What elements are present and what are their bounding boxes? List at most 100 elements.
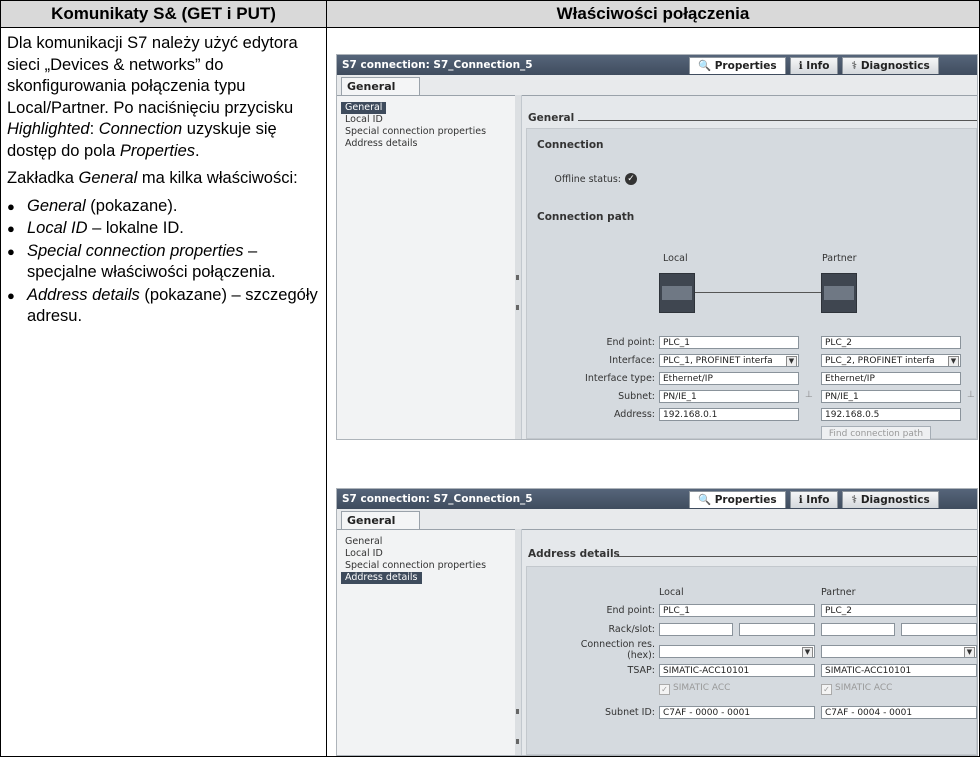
interface-label: Interface: — [609, 355, 655, 366]
local-column-title: Local — [663, 253, 688, 264]
inspector-tabs: 🔍 Properties ℹ Info ⚕ Diagnostics — [689, 491, 939, 508]
local-end-point-field[interactable]: PLC_1 — [659, 336, 799, 349]
tab-properties[interactable]: 🔍 Properties — [689, 491, 786, 508]
partner-subnet-id-field[interactable]: C7AF - 0004 - 0001 — [821, 706, 977, 719]
splitter-grip — [516, 275, 519, 280]
partner-rack-field[interactable] — [821, 623, 895, 636]
window-title: S7 connection: S7_Connection_5 — [342, 59, 533, 71]
find-connection-path-button[interactable]: Find connection path — [821, 426, 931, 439]
partner-end-point-field[interactable]: PLC_2 — [821, 604, 977, 617]
local-interface-type-field[interactable]: Ethernet/IP — [659, 372, 799, 385]
local-connection-resource-select[interactable]: ▼ — [659, 645, 815, 658]
splitter-handle[interactable] — [515, 95, 522, 439]
local-interface-select[interactable]: PLC_1, PROFINET interfa ▼ — [659, 354, 799, 367]
general-tab-paragraph: Zakładka General ma kilka właściwości: — [7, 169, 298, 187]
partner-interface-type-field[interactable]: Ethernet/IP — [821, 372, 961, 385]
connection-path-heading: Connection path — [537, 211, 635, 223]
nav-item-general[interactable]: General — [341, 102, 387, 114]
list-item: Address details (pokazane) – szczegóły a… — [7, 285, 321, 328]
local-subnet-id-field[interactable]: C7AF - 0000 - 0001 — [659, 706, 815, 719]
general-tab[interactable]: General — [341, 77, 420, 96]
partner-column-title: Partner — [822, 253, 857, 264]
partner-tsap-field[interactable]: SIMATIC-ACC10101 — [821, 664, 977, 677]
end-point-label: End point: — [606, 605, 655, 616]
connection-resource-label: Connection res. (hex): — [580, 639, 655, 661]
partner-plc-icon — [821, 273, 857, 313]
local-end-point-field[interactable]: PLC_1 — [659, 604, 815, 617]
section-title: Address details — [528, 548, 620, 560]
rack-slot-label: Rack/slot: — [608, 624, 655, 635]
tab-diagnostics[interactable]: ⚕ Diagnostics — [842, 491, 939, 508]
section-title: General — [528, 112, 575, 124]
list-item: Local ID – lokalne ID. — [7, 218, 321, 240]
subnet-label: Subnet: — [618, 391, 655, 402]
navigation-tree: General Local ID Special connection prop… — [337, 529, 516, 755]
nav-item-special-connection-properties[interactable]: Special connection properties — [341, 126, 490, 138]
general-tab[interactable]: General — [341, 511, 420, 530]
partner-end-point-field[interactable]: PLC_2 — [821, 336, 961, 349]
partner-interface-select[interactable]: PLC_2, PROFINET interfa ▼ — [821, 354, 961, 367]
tab-info[interactable]: ℹ Info — [789, 491, 839, 508]
tab-diagnostics[interactable]: ⚕ Diagnostics — [842, 57, 939, 74]
partner-simatic-acc-label: SIMATIC ACC — [835, 683, 893, 693]
connection-heading: Connection — [537, 139, 604, 151]
interface-type-label: Interface type: — [585, 373, 655, 384]
section-divider — [578, 120, 977, 121]
tsap-label: TSAP: — [627, 665, 655, 676]
chevron-down-icon[interactable]: ▼ — [964, 647, 975, 657]
splitter-grip — [516, 709, 519, 714]
address-subpanel: Local Partner End point: PLC_1 PLC_2 Rac… — [526, 566, 977, 755]
splitter-grip — [516, 305, 519, 310]
local-simatic-acc-checkbox[interactable]: ✓ — [659, 684, 670, 695]
nav-item-local-id[interactable]: Local ID — [341, 548, 387, 560]
network-icon[interactable]: ⊥ — [805, 390, 813, 400]
section-divider — [614, 556, 977, 557]
network-icon[interactable]: ⊥ — [967, 390, 975, 400]
chevron-down-icon[interactable]: ▼ — [786, 356, 797, 366]
local-slot-field[interactable] — [739, 623, 815, 636]
partner-slot-field[interactable] — [901, 623, 977, 636]
right-column-header: Właściwości połączenia — [327, 1, 979, 28]
subnet-id-label: Subnet ID: — [604, 707, 655, 718]
navigation-tree: General Local ID Special connection prop… — [337, 95, 516, 439]
properties-panel-general: S7 connection: S7_Connection_5 🔍 Propert… — [336, 54, 978, 440]
panel-title-bar: S7 connection: S7_Connection_5 🔍 Propert… — [337, 55, 977, 75]
local-column-title: Local — [659, 587, 684, 598]
local-simatic-acc-label: SIMATIC ACC — [673, 683, 731, 693]
left-description: Dla komunikacji S7 należy użyć edytora s… — [7, 33, 321, 329]
tab-properties[interactable]: 🔍 Properties — [689, 57, 786, 74]
partner-simatic-acc-checkbox[interactable]: ✓ — [821, 684, 832, 695]
splitter-handle[interactable] — [515, 529, 522, 755]
list-item: General (pokazane). — [7, 196, 321, 218]
nav-item-address-details[interactable]: Address details — [341, 138, 422, 150]
local-plc-icon — [659, 273, 695, 313]
connection-subpanel: Connection Offline status: ✓ Connection … — [526, 128, 977, 439]
address-label: Address: — [613, 409, 655, 420]
splitter-grip — [516, 739, 519, 744]
end-point-label: End point: — [606, 337, 655, 348]
local-subnet-field[interactable]: PN/IE_1 — [659, 390, 799, 403]
nav-item-address-details[interactable]: Address details — [341, 572, 422, 584]
tab-info[interactable]: ℹ Info — [789, 57, 839, 74]
window-title: S7 connection: S7_Connection_5 — [342, 493, 533, 505]
property-list: General (pokazane). Local ID – lokalne I… — [7, 196, 321, 328]
local-rack-field[interactable] — [659, 623, 733, 636]
chevron-down-icon[interactable]: ▼ — [802, 647, 813, 657]
column-divider — [326, 28, 327, 756]
local-tsap-field[interactable]: SIMATIC-ACC10101 — [659, 664, 815, 677]
local-address-field[interactable]: 192.168.0.1 — [659, 408, 799, 421]
nav-item-special-connection-properties[interactable]: Special connection properties — [341, 560, 490, 572]
partner-connection-resource-select[interactable]: ▼ — [821, 645, 977, 658]
left-column-header: Komunikaty S& (GET i PUT) — [1, 1, 327, 28]
properties-panel-address-details: S7 connection: S7_Connection_5 🔍 Propert… — [336, 488, 978, 756]
partner-address-field[interactable]: 192.168.0.5 — [821, 408, 961, 421]
checkmark-icon: ✓ — [625, 173, 637, 185]
chevron-down-icon[interactable]: ▼ — [948, 356, 959, 366]
connection-line — [695, 292, 821, 293]
nav-item-general[interactable]: General — [341, 536, 386, 548]
intro-paragraph: Dla komunikacji S7 należy użyć edytora s… — [7, 34, 298, 160]
partner-subnet-field[interactable]: PN/IE_1 — [821, 390, 961, 403]
nav-item-local-id[interactable]: Local ID — [341, 114, 387, 126]
partner-column-title: Partner — [821, 587, 856, 598]
properties-content: Address details Local Partner End point:… — [522, 529, 977, 755]
